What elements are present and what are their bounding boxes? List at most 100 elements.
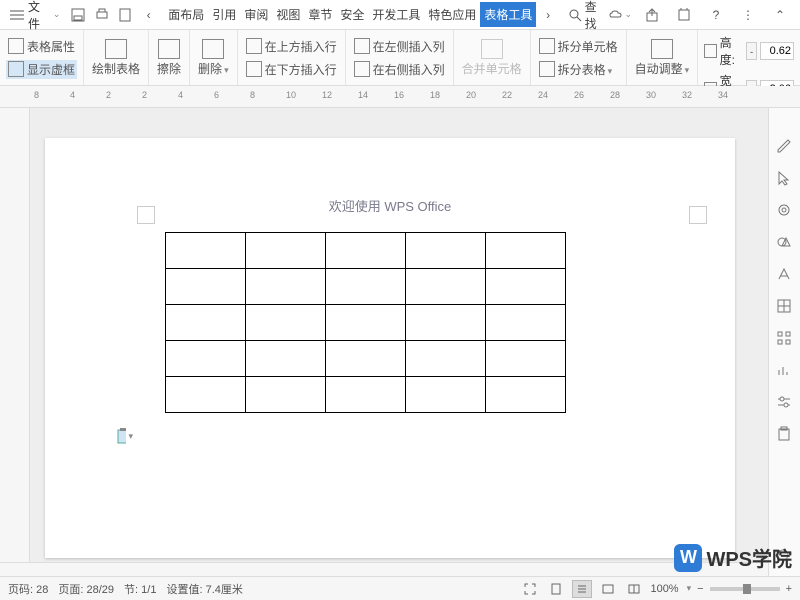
- collapse-icon[interactable]: ⌃: [768, 3, 792, 27]
- table-cell[interactable]: [166, 305, 246, 341]
- table-cell[interactable]: [166, 341, 246, 377]
- table-cell[interactable]: [166, 269, 246, 305]
- table-cell[interactable]: [326, 233, 406, 269]
- file-menu[interactable]: 文件 ⌄: [4, 0, 66, 34]
- draw-table-button[interactable]: 绘制表格: [90, 38, 142, 78]
- apps-icon[interactable]: [776, 330, 794, 348]
- table-row[interactable]: [166, 377, 566, 413]
- tab-chapter[interactable]: 章节: [304, 2, 336, 27]
- table-cell[interactable]: [486, 233, 566, 269]
- table-properties-button[interactable]: 表格属性: [6, 37, 77, 56]
- table-cell[interactable]: [486, 269, 566, 305]
- zoom-in[interactable]: +: [786, 583, 792, 595]
- table-row[interactable]: [166, 269, 566, 305]
- zoom-slider[interactable]: [710, 587, 780, 591]
- table-row[interactable]: [166, 233, 566, 269]
- document-page[interactable]: 欢迎使用 WPS Office ▾: [45, 138, 735, 558]
- table-row[interactable]: [166, 341, 566, 377]
- vertical-ruler[interactable]: [0, 108, 30, 576]
- table-row[interactable]: [166, 305, 566, 341]
- nav-left-icon[interactable]: ‹: [137, 3, 160, 27]
- chart-icon[interactable]: [776, 362, 794, 380]
- tab-security[interactable]: 安全: [336, 2, 368, 27]
- merge-cells-button[interactable]: 合并单元格: [460, 38, 524, 78]
- table-cell[interactable]: [246, 341, 326, 377]
- insert-right-button[interactable]: 在右侧插入列: [352, 60, 447, 79]
- preview-icon[interactable]: [113, 3, 136, 27]
- tab-dev-tools[interactable]: 开发工具: [368, 2, 424, 27]
- table-cell[interactable]: [166, 233, 246, 269]
- split-cells-button[interactable]: 拆分单元格: [537, 37, 620, 56]
- height-decrement[interactable]: -: [746, 42, 757, 60]
- table-cell[interactable]: [406, 341, 486, 377]
- ribbon-group-properties: 表格属性 显示虚框: [0, 30, 84, 85]
- delete-button[interactable]: 删除▾: [196, 38, 231, 78]
- table-cell[interactable]: [486, 341, 566, 377]
- table-cell[interactable]: [326, 269, 406, 305]
- settings-icon[interactable]: [776, 394, 794, 412]
- autofit-button[interactable]: 自动调整▾: [633, 38, 692, 78]
- table-cell[interactable]: [406, 269, 486, 305]
- setting-value: 设置值: 7.4厘米: [166, 581, 242, 597]
- zoom-out[interactable]: −: [697, 583, 703, 595]
- tab-view[interactable]: 视图: [272, 2, 304, 27]
- ruler-tick: 22: [502, 90, 512, 100]
- save-icon[interactable]: [66, 3, 89, 27]
- autofit-icon: [651, 39, 673, 59]
- table-cell[interactable]: [406, 233, 486, 269]
- text-icon[interactable]: [776, 266, 794, 284]
- table-cell[interactable]: [486, 377, 566, 413]
- cloud-icon[interactable]: ⌄: [608, 3, 632, 27]
- view-outline-icon[interactable]: [572, 580, 592, 598]
- more-icon[interactable]: ⋮: [736, 3, 760, 27]
- help-icon[interactable]: ?: [704, 3, 728, 27]
- zoom-value[interactable]: 100%: [650, 583, 678, 595]
- eraser-label: 擦除: [157, 60, 181, 77]
- table-cell[interactable]: [326, 341, 406, 377]
- table-cell[interactable]: [326, 305, 406, 341]
- table-cell[interactable]: [486, 305, 566, 341]
- horizontal-scrollbar[interactable]: [0, 562, 768, 576]
- view-web-icon[interactable]: [598, 580, 618, 598]
- clipboard-icon[interactable]: [776, 426, 794, 444]
- insert-left-button[interactable]: 在左侧插入列: [352, 37, 447, 56]
- tab-table-tools[interactable]: 表格工具: [480, 2, 536, 27]
- table-cell[interactable]: [166, 377, 246, 413]
- gear-icon[interactable]: [776, 202, 794, 220]
- view-page-icon[interactable]: [546, 580, 566, 598]
- tab-page-layout[interactable]: 面布局: [164, 2, 208, 27]
- horizontal-ruler[interactable]: 842246810121416182022242628303234: [0, 86, 800, 108]
- share-icon[interactable]: [640, 3, 664, 27]
- tab-special[interactable]: 特色应用: [424, 2, 480, 27]
- view-read-icon[interactable]: [624, 580, 644, 598]
- split-table-button[interactable]: 拆分表格▾: [537, 60, 620, 79]
- nav-right-icon[interactable]: ›: [536, 3, 559, 27]
- paste-options-icon[interactable]: ▾: [117, 428, 133, 444]
- insert-below-button[interactable]: 在下方插入行: [244, 60, 339, 79]
- tab-references[interactable]: 引用: [208, 2, 240, 27]
- grid-icon[interactable]: [776, 298, 794, 316]
- table-cell[interactable]: [246, 233, 326, 269]
- document-area: 欢迎使用 WPS Office ▾: [0, 108, 768, 576]
- height-input[interactable]: [760, 42, 794, 60]
- table-cell[interactable]: [406, 377, 486, 413]
- table-cell[interactable]: [406, 305, 486, 341]
- table-cell[interactable]: [326, 377, 406, 413]
- shape-icon[interactable]: [776, 234, 794, 252]
- history-icon[interactable]: [672, 3, 696, 27]
- eraser-button[interactable]: 擦除: [155, 38, 183, 78]
- cursor-icon[interactable]: [776, 170, 794, 188]
- tab-review[interactable]: 审阅: [240, 2, 272, 27]
- insert-right-icon: [354, 61, 370, 77]
- table-cell[interactable]: [246, 305, 326, 341]
- table-cell[interactable]: [246, 269, 326, 305]
- print-icon[interactable]: [90, 3, 113, 27]
- fullscreen-icon[interactable]: [520, 580, 540, 598]
- document-table[interactable]: [165, 232, 566, 413]
- show-dashed-button[interactable]: 显示虚框: [6, 60, 77, 79]
- search-button[interactable]: 查找: [568, 0, 608, 32]
- search-label: 查找: [585, 0, 608, 32]
- pencil-icon[interactable]: [776, 138, 794, 156]
- insert-above-button[interactable]: 在上方插入行: [244, 37, 339, 56]
- table-cell[interactable]: [246, 377, 326, 413]
